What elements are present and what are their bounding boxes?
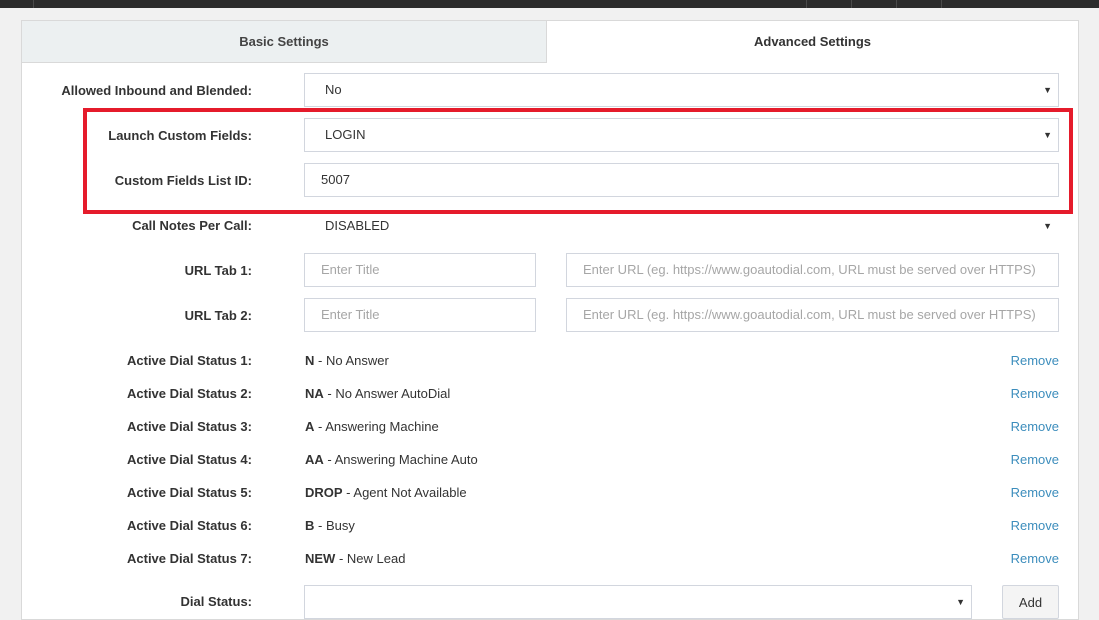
- active-dial-status-6-value: B - Busy: [305, 518, 355, 533]
- inbound-blended-value: No: [325, 82, 342, 97]
- caret-down-icon: ▼: [956, 597, 965, 607]
- remove-status-2-link[interactable]: Remove: [1011, 386, 1059, 401]
- custom-fields-list-id-label: Custom Fields List ID:: [114, 173, 252, 188]
- remove-status-5-link[interactable]: Remove: [1011, 485, 1059, 500]
- active-dial-status-2-label: Active Dial Status 2:: [127, 386, 252, 401]
- status-description: - New Lead: [335, 551, 406, 566]
- navbar-divider: [941, 0, 942, 8]
- status-code: NA: [305, 386, 324, 401]
- caret-down-icon: ▼: [1043, 85, 1052, 95]
- active-dial-status-3-label: Active Dial Status 3:: [127, 419, 252, 434]
- dial-status-label: Dial Status:: [180, 594, 252, 609]
- dial-status-select[interactable]: ▼: [304, 585, 972, 619]
- status-description: - Answering Machine: [314, 419, 439, 434]
- remove-status-4-link[interactable]: Remove: [1011, 452, 1059, 467]
- launch-custom-fields-label: Launch Custom Fields:: [108, 128, 252, 143]
- status-description: - No Answer: [314, 353, 389, 368]
- navbar-divider: [851, 0, 852, 8]
- launch-custom-fields-select[interactable]: LOGIN ▼: [304, 118, 1059, 152]
- active-dial-status-5-value: DROP - Agent Not Available: [305, 485, 467, 500]
- caret-down-icon: ▼: [1043, 130, 1052, 140]
- url-tab-2-label: URL Tab 2:: [184, 308, 252, 323]
- settings-tabs: Basic Settings Advanced Settings: [22, 21, 1078, 63]
- status-code: A: [305, 419, 315, 434]
- launch-custom-fields-value: LOGIN: [325, 127, 366, 142]
- active-dial-status-1-value: N - No Answer: [305, 353, 389, 368]
- call-notes-select[interactable]: DISABLED ▼: [304, 209, 1059, 243]
- remove-status-3-link[interactable]: Remove: [1011, 419, 1059, 434]
- status-description: - No Answer AutoDial: [323, 386, 451, 401]
- navbar-divider: [33, 0, 34, 8]
- active-dial-status-7-label: Active Dial Status 7:: [127, 551, 252, 566]
- inbound-blended-select[interactable]: No ▼: [304, 73, 1059, 107]
- active-dial-status-2-value: NA - No Answer AutoDial: [305, 386, 450, 401]
- call-notes-value: DISABLED: [325, 218, 390, 233]
- custom-fields-list-id-input[interactable]: 5007: [304, 163, 1059, 197]
- active-dial-status-7-value: NEW - New Lead: [305, 551, 405, 566]
- active-dial-status-4-value: AA - Answering Machine Auto: [305, 452, 478, 467]
- status-code: N: [305, 353, 315, 368]
- status-description: - Agent Not Available: [342, 485, 467, 500]
- url-tab-2-title-input[interactable]: Enter Title: [304, 298, 536, 332]
- active-dial-status-1-label: Active Dial Status 1:: [127, 353, 252, 368]
- url-tab-1-title-input[interactable]: Enter Title: [304, 253, 536, 287]
- status-description: - Busy: [314, 518, 355, 533]
- url-tab-2-url-input[interactable]: Enter URL (eg. https://www.goautodial.co…: [566, 298, 1059, 332]
- active-dial-status-3-value: A - Answering Machine: [305, 419, 439, 434]
- url-tab-1-label: URL Tab 1:: [184, 263, 252, 278]
- status-code: AA: [305, 452, 324, 467]
- tab-basic-settings[interactable]: Basic Settings: [22, 21, 547, 63]
- add-dial-status-button[interactable]: Add: [1002, 585, 1059, 619]
- status-code: B: [305, 518, 315, 533]
- top-navbar: [0, 0, 1099, 8]
- active-dial-status-4-label: Active Dial Status 4:: [127, 452, 252, 467]
- inbound-blended-label: Allowed Inbound and Blended:: [61, 83, 252, 98]
- caret-down-icon: ▼: [1043, 221, 1052, 231]
- settings-panel: Basic Settings Advanced Settings Allowed…: [21, 20, 1079, 620]
- remove-status-6-link[interactable]: Remove: [1011, 518, 1059, 533]
- active-dial-status-5-label: Active Dial Status 5:: [127, 485, 252, 500]
- call-notes-label: Call Notes Per Call:: [132, 218, 252, 233]
- remove-status-1-link[interactable]: Remove: [1011, 353, 1059, 368]
- navbar-divider: [806, 0, 807, 8]
- navbar-divider: [896, 0, 897, 8]
- tab-advanced-settings[interactable]: Advanced Settings: [547, 21, 1078, 63]
- status-description: - Answering Machine Auto: [323, 452, 478, 467]
- status-code: NEW: [305, 551, 336, 566]
- status-code: DROP: [305, 485, 343, 500]
- remove-status-7-link[interactable]: Remove: [1011, 551, 1059, 566]
- active-dial-status-6-label: Active Dial Status 6:: [127, 518, 252, 533]
- url-tab-1-url-input[interactable]: Enter URL (eg. https://www.goautodial.co…: [566, 253, 1059, 287]
